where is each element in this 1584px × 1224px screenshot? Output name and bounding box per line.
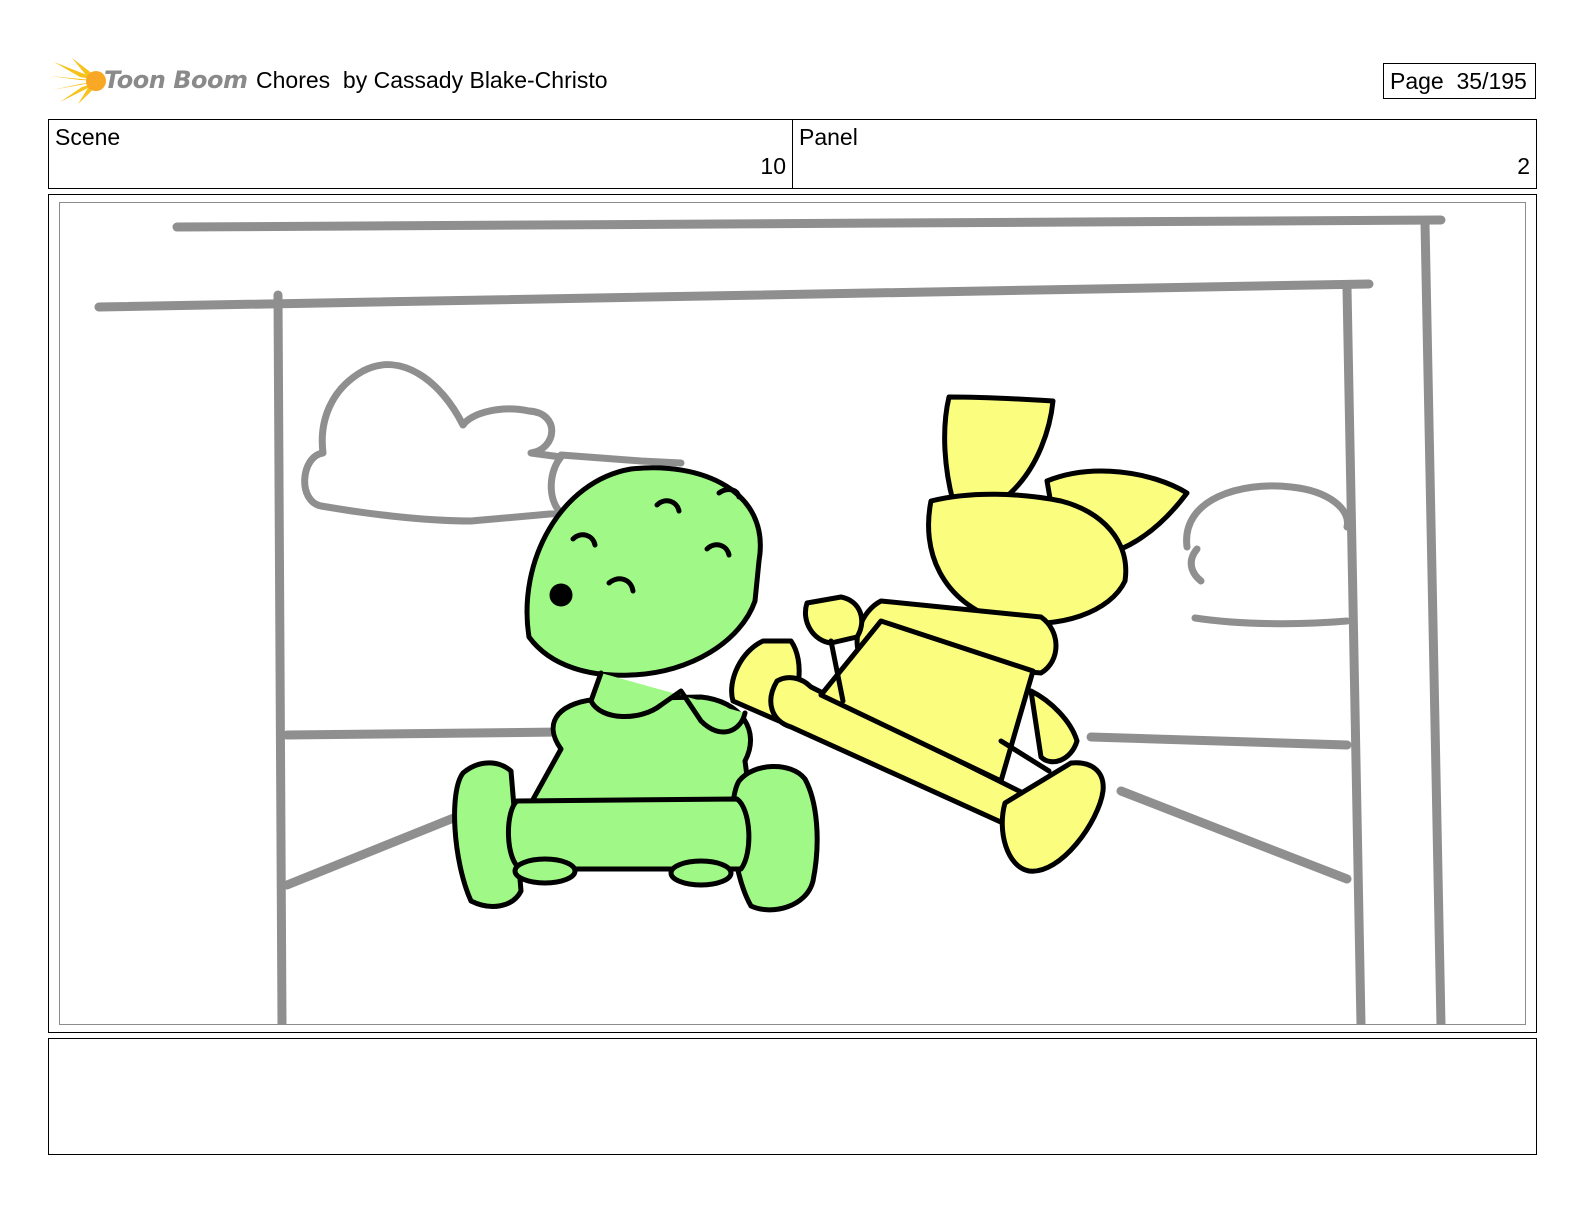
panel-notes (48, 1038, 1537, 1155)
panel-cell: Panel 2 (792, 120, 1536, 188)
storyboard-image (59, 202, 1526, 1025)
scene-label: Scene (55, 124, 121, 150)
scene-panel-info: Scene 10 Panel 2 (48, 119, 1537, 189)
logo-wordmark: Toon Boom (104, 66, 248, 94)
storyboard-sketch (94, 215, 1446, 1024)
panel-label: Panel (799, 124, 858, 150)
scene-number: 10 (760, 153, 786, 179)
panel-number: 2 (1517, 153, 1530, 179)
cloud-sketch (301, 361, 1351, 628)
page-indicator: Page 35/195 (1383, 63, 1536, 99)
scene-cell: Scene 10 (49, 120, 792, 188)
sun-logo-icon (50, 58, 106, 104)
document-title: Chores by Cassady Blake-Christo (256, 67, 608, 93)
